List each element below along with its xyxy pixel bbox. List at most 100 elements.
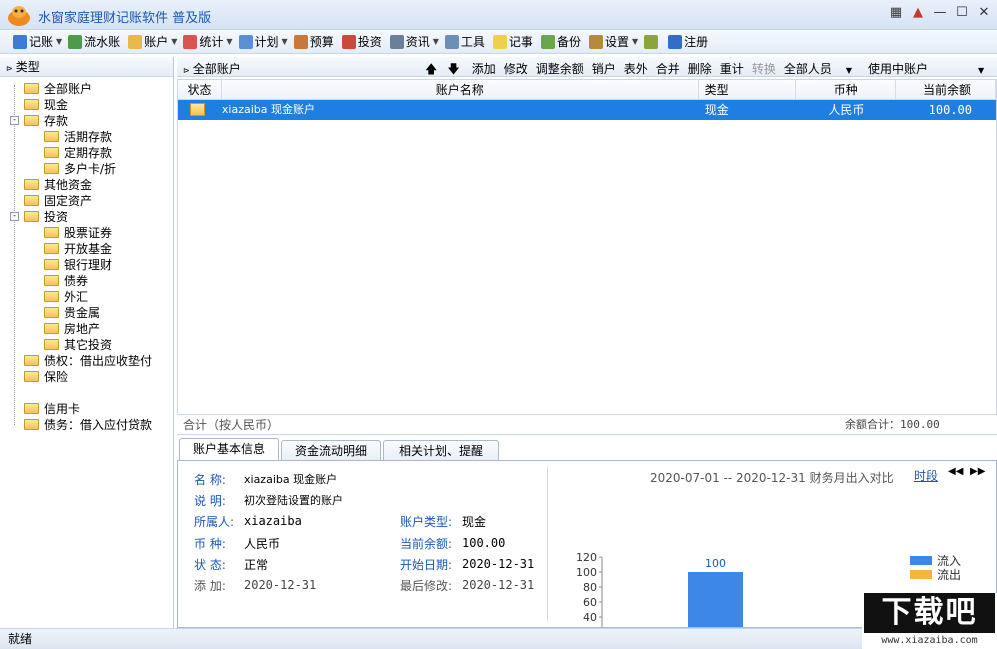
tree-node[interactable]: 贵金属 <box>0 305 173 321</box>
tree-node-label: 房地产 <box>64 322 101 336</box>
title-bar: 水窗家庭理财记账软件 普及版 ▦ ▲ — ☐ ✕ <box>0 0 997 30</box>
tree-expander-icon[interactable]: - <box>10 212 19 221</box>
folder-icon <box>24 115 39 126</box>
toolbar-item-11-button[interactable]: 设置 ▼ <box>588 32 643 52</box>
col-type[interactable]: 类型 <box>699 80 797 99</box>
toolbar-item-0-button[interactable]: 记账 ▼ <box>12 32 67 52</box>
legend-swatch <box>910 556 932 565</box>
move-down-button[interactable]: 🡇 <box>447 60 459 81</box>
action-button-1[interactable]: 修改 <box>504 60 528 81</box>
tree-node[interactable]: 其它投资 <box>0 337 173 353</box>
tree-node-label: 贵金属 <box>64 306 101 320</box>
action-button-8[interactable]: 转换 <box>752 60 776 81</box>
tree-node-label: 投资 <box>44 210 69 224</box>
tree-node[interactable]: 债权：借出应收垫付 <box>0 353 173 369</box>
summary-total: 余额合计：100.00 <box>845 418 940 431</box>
action-button-7[interactable]: 重计 <box>720 60 744 81</box>
tree-node[interactable]: 保险 <box>0 369 173 385</box>
folder-icon <box>44 259 59 270</box>
tree-node[interactable]: - 投资 <box>0 209 173 225</box>
tree-node-label: 多户卡/折 <box>64 162 117 176</box>
toolbar-item-10-button[interactable]: 备份 <box>540 32 582 52</box>
tree-node[interactable]: 固定资产 <box>0 193 173 209</box>
action-button-6[interactable]: 删除 <box>688 60 712 81</box>
tree-node[interactable]: 定期存款 <box>0 145 173 161</box>
chevron-down-icon[interactable]: ▼ <box>433 37 439 46</box>
tree-node[interactable]: - 存款 <box>0 113 173 129</box>
member-filter-dropdown[interactable]: 全部人员 ▼ <box>784 60 860 81</box>
folder-icon <box>24 195 39 206</box>
backup-icon <box>540 34 555 49</box>
tree-node[interactable]: 全部账户 <box>0 81 173 97</box>
tab-flow-details[interactable]: 资金流动明细 <box>281 440 381 461</box>
toolbar-item-8-button[interactable]: 工具 <box>444 32 486 52</box>
tree-node[interactable]: 银行理财 <box>0 257 173 273</box>
tree-node[interactable]: 多户卡/折 <box>0 161 173 177</box>
folder-icon <box>24 83 39 94</box>
user-menu-icon[interactable]: ▲ <box>909 3 927 23</box>
chevron-down-icon[interactable]: ▼ <box>226 37 232 46</box>
tab-plans-reminders[interactable]: 相关计划、提醒 <box>383 440 499 461</box>
chevron-down-icon[interactable]: ▼ <box>632 37 638 46</box>
tree-node[interactable]: 现金 <box>0 97 173 113</box>
toolbar-label: 记事 <box>508 35 533 49</box>
status-bar: 就绪 <box>0 628 997 649</box>
tree-node[interactable]: 信用卡 <box>0 401 173 417</box>
col-name[interactable]: 账户名称 <box>222 80 699 99</box>
toolbar-item-4-button[interactable]: 计划 ▼ <box>238 32 293 52</box>
wrench-icon <box>444 34 459 49</box>
toolbar-item-1-button[interactable]: 流水账 <box>67 32 121 52</box>
accounts-title: ⊳ 全部账户 <box>183 62 241 76</box>
sidebar-header: ⊳ 类型 <box>0 57 173 77</box>
action-button-2[interactable]: 调整余额 <box>536 60 584 81</box>
sidebar: ⊳ 类型 全部账户 现金 - 存款 活期存款 定期存款 多户卡/折其他资金 固定资产 - 投资 股票证… <box>0 57 174 628</box>
tree-node[interactable]: 股票证券 <box>0 225 173 241</box>
tree-node-label: 其它投资 <box>64 338 113 352</box>
toolbar-item-7-button[interactable]: 资讯 ▼ <box>389 32 444 52</box>
toolbar-item-3-button[interactable]: 统计 ▼ <box>182 32 237 52</box>
col-status[interactable]: 状态 <box>178 80 222 99</box>
close-button[interactable]: ✕ <box>975 3 993 23</box>
budget-book-icon <box>293 34 308 49</box>
note-icon <box>492 34 507 49</box>
toolbar-item-13-button[interactable]: 注册 <box>667 32 709 52</box>
tree-node[interactable]: 活期存款 <box>0 129 173 145</box>
tree-node[interactable]: 其他资金 <box>0 177 173 193</box>
tree-node[interactable]: 房地产 <box>0 321 173 337</box>
desc-label: 说 明: <box>194 494 226 508</box>
name-value: xiazaiba 现金账户 <box>244 473 338 486</box>
tree-node[interactable]: 债券 <box>0 273 173 289</box>
action-button-5[interactable]: 合并 <box>656 60 680 81</box>
tree-node[interactable]: 开放基金 <box>0 241 173 257</box>
status-filter-dropdown[interactable]: 使用中账户 ▼ <box>868 60 992 81</box>
minimize-button[interactable]: — <box>931 3 949 23</box>
action-button-4[interactable]: 表外 <box>624 60 648 81</box>
chevron-down-icon[interactable]: ▼ <box>56 37 62 46</box>
col-currency[interactable]: 币种 <box>796 80 897 99</box>
move-up-button[interactable]: 🡅 <box>425 60 437 81</box>
col-balance[interactable]: 当前余额 <box>896 80 996 99</box>
action-button-0[interactable]: 添加 <box>472 60 496 81</box>
maximize-button[interactable]: ☐ <box>953 3 971 23</box>
y-tick-label: 100 <box>576 566 597 579</box>
toolbar-item-9-button[interactable]: 记事 <box>492 32 534 52</box>
table-row[interactable]: xiazaiba 现金账户 现金 人民币 100.00 <box>178 100 996 120</box>
chevron-down-icon: ▼ <box>978 66 985 75</box>
tree-node[interactable]: 债务：借入应付贷款 <box>0 417 173 433</box>
toolbar-item-2-button[interactable]: 账户 ▼ <box>127 32 182 52</box>
summary-left: 合计（按人民币） <box>183 418 280 432</box>
tree-node-label: 其他资金 <box>44 178 93 192</box>
tree-node-label: 保险 <box>44 370 69 384</box>
tree-node[interactable]: 外汇 <box>0 289 173 305</box>
action-button-3[interactable]: 销户 <box>592 60 616 81</box>
toolbar-label: 统计 <box>199 35 224 49</box>
tab-basic-info[interactable]: 账户基本信息 <box>179 438 279 461</box>
chevron-down-icon[interactable]: ▼ <box>282 37 288 46</box>
toolbar-item-6-button[interactable]: 投资 <box>341 32 383 52</box>
toolbar-calculator-button[interactable] <box>643 32 661 52</box>
skin-icon[interactable]: ▦ <box>887 3 905 23</box>
tree-expander-icon[interactable]: - <box>10 116 19 125</box>
chevron-down-icon[interactable]: ▼ <box>171 37 177 46</box>
added-value: 2020-12-31 <box>244 578 317 592</box>
toolbar-item-5-button[interactable]: 预算 <box>293 32 335 52</box>
